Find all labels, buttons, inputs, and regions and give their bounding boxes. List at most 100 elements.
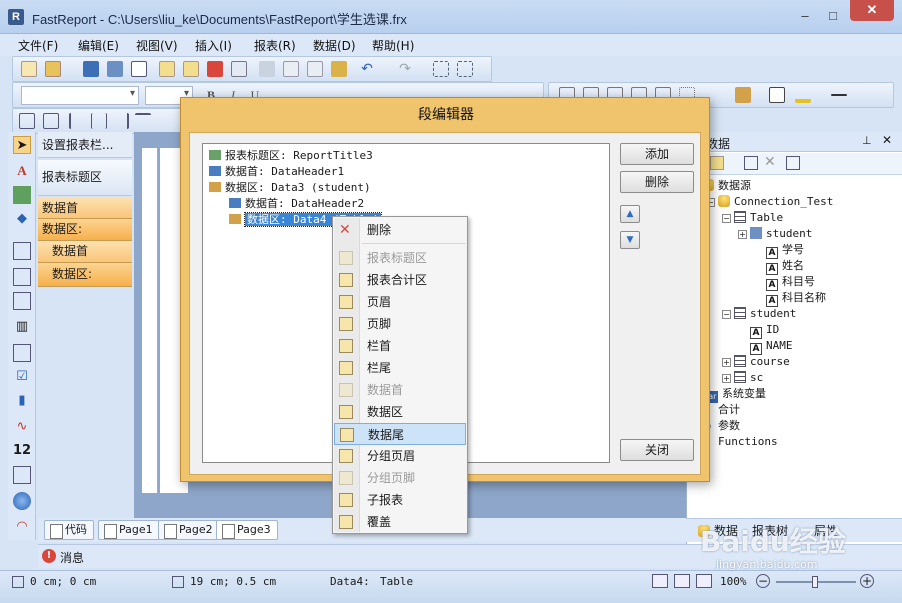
add-band-button[interactable]: 添加 — [620, 143, 694, 165]
band-data-header-2[interactable]: 数据首 — [38, 241, 132, 263]
line-color-icon[interactable] — [795, 87, 811, 103]
save-icon[interactable] — [83, 61, 99, 77]
band-tree-node[interactable]: 数据首: DataHeader1 — [209, 164, 344, 180]
data-tree-node[interactable]: var 系统变量 — [702, 386, 766, 403]
style-combo[interactable] — [21, 86, 139, 105]
table-object-icon[interactable] — [13, 268, 31, 286]
tab-page1[interactable]: Page1 — [98, 520, 160, 540]
copy-icon[interactable] — [283, 61, 299, 77]
line-width-icon[interactable] — [831, 94, 847, 96]
preview-icon[interactable] — [131, 61, 147, 77]
context-menu-item-column-header[interactable]: 栏首 — [334, 335, 466, 357]
data-tree-node[interactable]: + sc — [722, 370, 763, 386]
move-down-button[interactable]: ▼ — [620, 231, 640, 249]
redo-icon[interactable]: ↷ — [397, 61, 413, 77]
fit-width-icon[interactable] — [696, 574, 712, 588]
fit-grid-icon[interactable] — [43, 113, 59, 129]
cut-icon[interactable] — [259, 61, 275, 77]
context-menu-item-delete[interactable]: ✕ 删除 — [334, 219, 466, 241]
data-tree-node[interactable]: A 姓名 — [766, 258, 804, 275]
context-menu-item-report-summary[interactable]: 报表合计区 — [334, 269, 466, 291]
barcode-icon[interactable]: ▥ — [13, 318, 31, 336]
band-data-header-1[interactable]: 数据首 — [38, 198, 132, 219]
menu-report[interactable]: 报表(R) — [254, 37, 296, 54]
format-painter-icon[interactable] — [331, 61, 347, 77]
configure-bands-button[interactable]: 设置报表栏... — [38, 132, 132, 158]
move-up-button[interactable]: ▲ — [620, 205, 640, 223]
paste-icon[interactable] — [307, 61, 323, 77]
menu-edit[interactable]: 编辑(E) — [78, 37, 119, 54]
tab-page2[interactable]: Page2 — [158, 520, 220, 540]
menu-insert[interactable]: 插入(I) — [195, 37, 232, 54]
data-tree-node[interactable]: A 科目号 — [766, 274, 815, 291]
collapse-icon[interactable]: − — [722, 214, 731, 223]
gauge-object-icon[interactable]: ◠ — [13, 518, 31, 536]
band-report-title[interactable]: 报表标题区 — [38, 160, 132, 196]
data-tree-node[interactable]: − student — [722, 306, 796, 322]
expand-icon[interactable]: + — [722, 374, 731, 383]
context-menu-item-data-band[interactable]: 数据区 — [334, 401, 466, 423]
collapse-icon[interactable]: − — [722, 310, 731, 319]
delete-page-icon[interactable] — [207, 61, 223, 77]
data-tree-node[interactable]: − Connection_Test — [706, 194, 833, 210]
band-data-1[interactable]: 数据区: — [38, 219, 132, 241]
tab-code[interactable]: 代码 — [44, 520, 94, 540]
fill-color-icon[interactable] — [735, 87, 751, 103]
rich-text-icon[interactable] — [13, 344, 31, 362]
zoom-out-icon[interactable]: − — [756, 574, 770, 588]
band-tree-node[interactable]: 报表标题区: ReportTitle3 — [209, 148, 373, 164]
context-menu-item-group-footer[interactable]: 分组页脚 — [334, 467, 466, 489]
context-menu-item-overlay[interactable]: 覆盖 — [334, 511, 466, 533]
subreport-icon[interactable] — [13, 242, 31, 260]
expand-icon[interactable]: + — [738, 230, 747, 239]
data-tree-node[interactable]: + student — [738, 226, 812, 242]
new-dialog-icon[interactable] — [183, 61, 199, 77]
context-menu-item-data-header[interactable]: 数据首 — [334, 379, 466, 401]
zoom-slider-thumb[interactable] — [812, 576, 818, 588]
menu-file[interactable]: 文件(F) — [18, 37, 58, 54]
properties-icon[interactable] — [786, 156, 800, 170]
menu-data[interactable]: 数据(D) — [313, 37, 356, 54]
new-datasource-icon[interactable] — [710, 156, 724, 170]
cellular-text-icon[interactable] — [13, 466, 31, 484]
close-window-button[interactable]: ✕ — [850, 0, 894, 21]
close-dialog-button[interactable]: 关闭 — [620, 439, 694, 461]
context-menu-item-data-footer[interactable]: 数据尾 — [334, 423, 466, 445]
group-icon[interactable] — [433, 61, 449, 77]
select-tool-icon[interactable]: ➤ — [13, 136, 31, 154]
zip-code-icon[interactable]: 12 — [13, 442, 31, 460]
new-page-icon[interactable] — [159, 61, 175, 77]
checkbox-object-icon[interactable]: ☑ — [13, 368, 31, 386]
map-object-icon[interactable] — [13, 492, 31, 510]
fill-style-icon[interactable] — [769, 87, 785, 103]
chart-object-icon[interactable]: ▮ — [13, 392, 31, 410]
delete-icon[interactable]: ✕ — [764, 154, 776, 170]
align-top-icon[interactable] — [135, 113, 151, 129]
view-icon[interactable] — [652, 574, 668, 588]
pin-icon[interactable]: ⊥ — [862, 134, 872, 147]
matrix-object-icon[interactable] — [13, 292, 31, 310]
minimize-button[interactable]: – — [792, 6, 818, 26]
data-tree-node[interactable]: fxFunctions — [702, 434, 778, 450]
zoom-in-icon[interactable]: + — [860, 574, 874, 588]
undo-icon[interactable]: ↶ — [359, 61, 375, 77]
data-tree-node[interactable]: A NAME — [750, 338, 793, 355]
open-icon[interactable] — [45, 61, 61, 77]
align-center-icon[interactable] — [91, 113, 107, 129]
data-tree-node[interactable]: A 科目名称 — [766, 290, 826, 307]
context-menu-item-page-header[interactable]: 页眉 — [334, 291, 466, 313]
page-view-icon[interactable] — [674, 574, 690, 588]
align-right-icon[interactable] — [113, 113, 129, 129]
band-data-2[interactable]: 数据区: — [38, 263, 132, 287]
edit-icon[interactable] — [744, 156, 758, 170]
new-report-icon[interactable] — [21, 61, 37, 77]
context-menu-item-child-band[interactable]: 子报表 — [334, 489, 466, 511]
context-menu-item-report-title[interactable]: 报表标题区 — [334, 247, 466, 269]
band-tree-node[interactable]: 数据区: Data3 (student) — [209, 180, 371, 196]
text-object-icon[interactable]: A — [13, 162, 31, 180]
page-setup-icon[interactable] — [231, 61, 247, 77]
maximize-button[interactable]: □ — [820, 6, 846, 26]
tab-page3[interactable]: Page3 — [216, 520, 278, 540]
sparkline-icon[interactable]: ∿ — [13, 418, 31, 436]
align-grid-icon[interactable] — [19, 113, 35, 129]
